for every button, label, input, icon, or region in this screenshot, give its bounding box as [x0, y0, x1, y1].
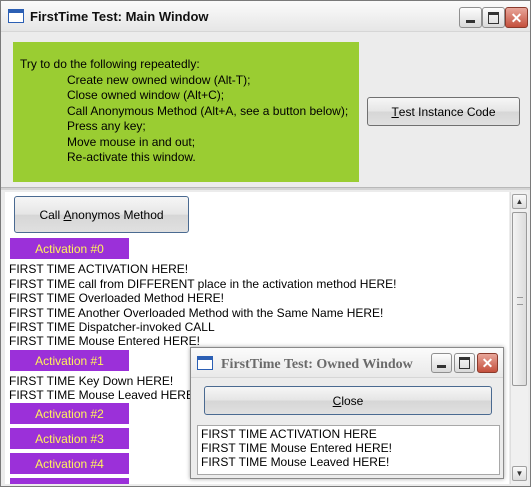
button-label: est Instance Code	[398, 104, 496, 119]
instruction-item: Move mouse in and out;	[67, 134, 196, 149]
activation-label: Activation #4	[10, 453, 129, 474]
log-line: FIRST TIME Overloaded Method HERE!	[9, 291, 224, 305]
log-line: FIRST TIME Mouse Entered HERE!	[9, 334, 200, 348]
grip-icon	[517, 297, 523, 305]
log-line: FIRST TIME Mouse Leaved HERE!	[201, 455, 390, 469]
window-title: FirstTime Test: Main Window	[30, 9, 209, 24]
owned-window-title: FirstTime Test: Owned Window	[221, 357, 413, 372]
owned-log: FIRST TIME ACTIVATION HERE FIRST TIME Mo…	[197, 425, 500, 475]
instruction-item: Create new owned window (Alt-T);	[67, 72, 251, 87]
maximize-icon	[459, 357, 470, 369]
instruction-item: Call Anonymous Method (Alt+A, see a butt…	[67, 103, 349, 118]
activation-label: Activation #0	[10, 238, 129, 259]
instruction-item: Close owned window (Alt+C);	[67, 88, 225, 102]
activation-label: Activation #3	[10, 428, 129, 449]
window-icon	[197, 356, 213, 370]
close-window-button[interactable]: ✕	[505, 7, 528, 28]
owned-minimize-button[interactable]	[431, 353, 452, 373]
instruction-item: Re-activate this window.	[67, 150, 196, 164]
maximize-icon	[488, 11, 499, 24]
owned-titlebar[interactable]: FirstTime Test: Owned Window ✕	[191, 348, 503, 378]
owned-close-window-button[interactable]: ✕	[477, 353, 498, 373]
close-button[interactable]: Close	[204, 386, 492, 415]
top-panel: Try to do the following repeatedly: Crea…	[5, 32, 528, 185]
minimize-icon	[437, 365, 446, 368]
window-icon	[8, 9, 24, 23]
activation-label-partial	[10, 478, 129, 484]
main-titlebar[interactable]: FirstTime Test: Main Window ✕	[1, 1, 530, 32]
minimize-icon	[466, 19, 475, 23]
vertical-scrollbar[interactable]: ▲ ▼	[510, 192, 528, 484]
maximize-button[interactable]	[482, 7, 505, 28]
log-line: FIRST TIME Mouse Leaved HERE!	[9, 388, 198, 402]
log-line: FIRST TIME Key Down HERE!	[9, 374, 174, 388]
log-line: FIRST TIME Mouse Entered HERE!	[201, 441, 392, 455]
button-label: nonymos Method	[71, 207, 164, 222]
log-line: FIRST TIME call from DIFFERENT place in …	[9, 277, 397, 291]
access-key: A	[63, 207, 72, 222]
chevron-down-icon: ▼	[515, 469, 524, 478]
access-key: C	[332, 393, 342, 408]
scroll-thumb[interactable]	[512, 212, 527, 386]
instruction-item: Press any key;	[67, 119, 146, 133]
owned-maximize-button[interactable]	[454, 353, 475, 373]
button-label: lose	[341, 393, 364, 408]
instruction-heading: Try to do the following repeatedly:	[20, 57, 200, 71]
chevron-up-icon: ▲	[515, 197, 524, 206]
minimize-button[interactable]	[459, 7, 482, 28]
access-key: T	[391, 104, 399, 119]
splitter[interactable]	[1, 187, 530, 190]
activation-label: Activation #2	[10, 403, 129, 424]
log-line: FIRST TIME Another Overloaded Method wit…	[9, 306, 384, 320]
close-icon: ✕	[481, 355, 494, 371]
scroll-up-button[interactable]: ▲	[512, 194, 527, 209]
activation-label: Activation #1	[10, 350, 129, 371]
log-line: FIRST TIME ACTIVATION HERE	[201, 427, 377, 441]
call-anonymous-method-button[interactable]: Call Anonymos Method	[14, 196, 189, 233]
log-line: FIRST TIME Dispatcher-invoked CALL	[9, 320, 215, 334]
close-icon: ✕	[510, 9, 523, 26]
log-line: FIRST TIME ACTIVATION HERE!	[9, 262, 189, 276]
scroll-down-button[interactable]: ▼	[512, 466, 527, 481]
instructions-panel: Try to do the following repeatedly: Crea…	[13, 42, 359, 182]
owned-window: FirstTime Test: Owned Window ✕ Close FIR…	[190, 347, 504, 479]
button-label: Call	[39, 207, 61, 222]
test-instance-code-button[interactable]: Test Instance Code	[367, 97, 520, 126]
